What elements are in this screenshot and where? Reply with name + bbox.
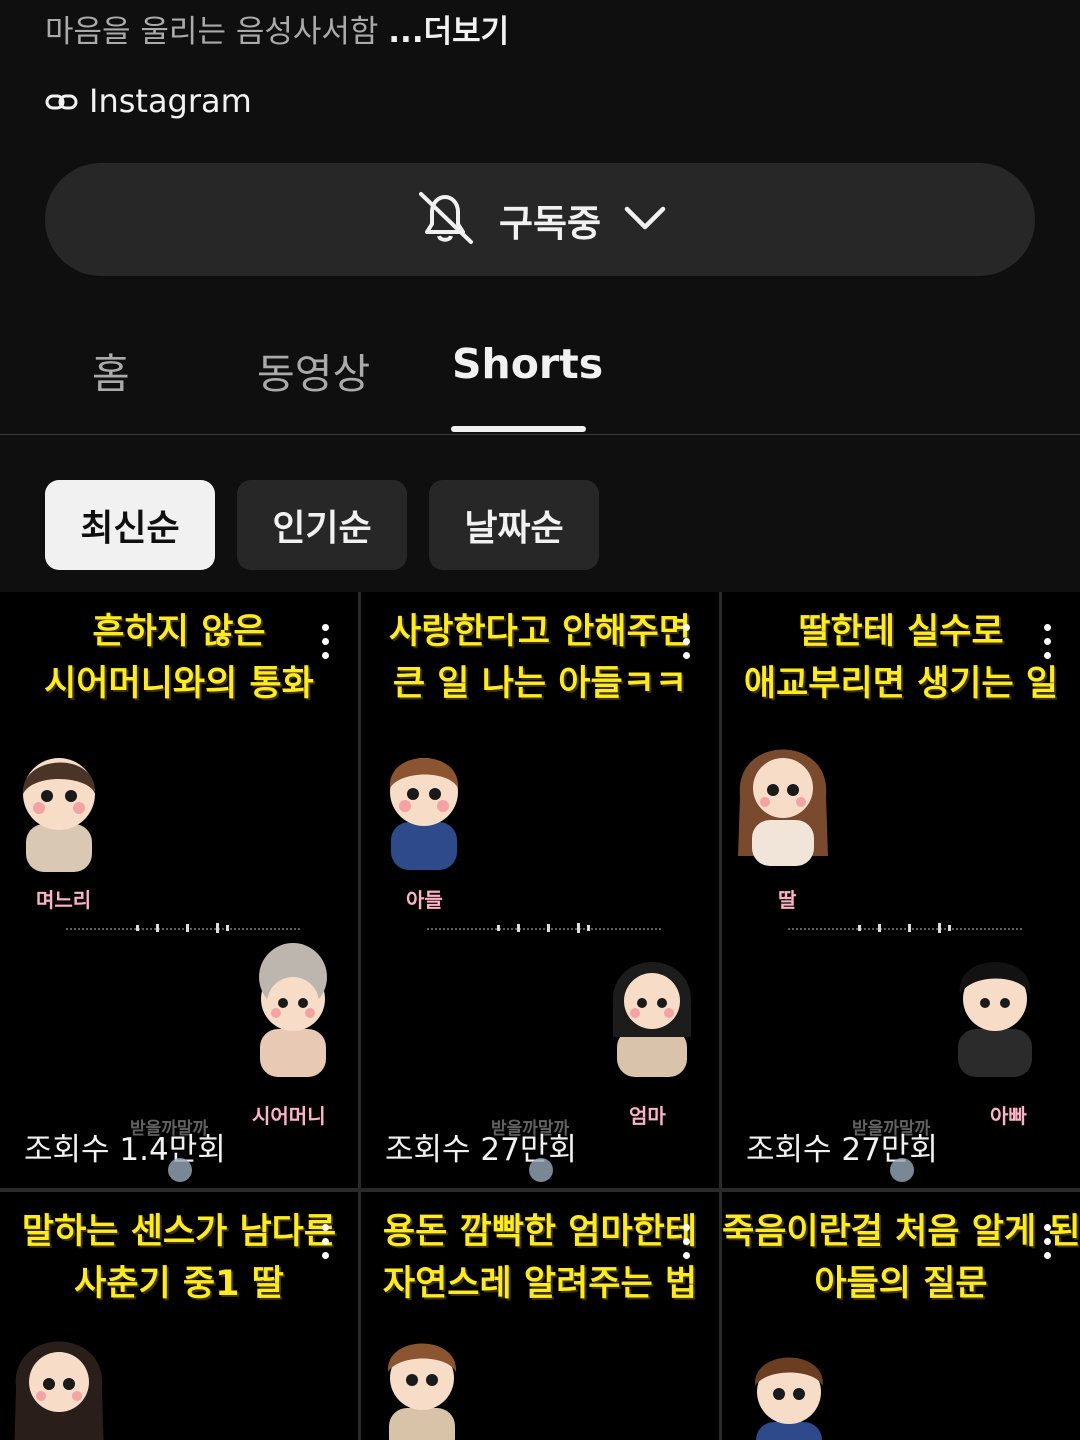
channel-avatar-badge	[168, 1158, 192, 1182]
caller-label: 엄마	[629, 1104, 666, 1128]
short-card[interactable]: 사랑한다고 안해주면 큰 일 나는 아들ㅋㅋ 아들 엄마 받을까말까 조회수 2…	[361, 592, 719, 1188]
caller-avatar	[597, 937, 707, 1077]
caller-avatar	[238, 937, 348, 1077]
instagram-link[interactable]: Instagram	[45, 82, 252, 120]
channel-avatar-badge	[529, 1158, 553, 1182]
short-title: 흔하지 않은 시어머니와의 통화	[44, 612, 314, 704]
caller-avatar	[369, 730, 479, 870]
more-link[interactable]: ...더보기	[388, 14, 509, 50]
chevron-down-icon	[623, 203, 667, 237]
channel-avatar-badge	[890, 1158, 914, 1182]
audio-waveform	[788, 923, 1024, 933]
short-card[interactable]: 딸한테 실수로 애교부리면 생기는 일 딸 아빠 받을까말까 조회수 27만회	[722, 592, 1080, 1188]
more-vert-icon[interactable]	[683, 624, 691, 666]
caller-label: 딸	[778, 888, 797, 912]
audio-waveform	[66, 923, 302, 933]
short-title: 죽음이란걸 처음 알게 된 아들의 질문	[722, 1212, 1080, 1304]
more-vert-icon[interactable]	[322, 1224, 330, 1266]
short-title: 용돈 깜빡한 엄마한테 자연스레 알려주는 법	[382, 1212, 698, 1304]
more-vert-icon[interactable]	[683, 1224, 691, 1266]
short-card[interactable]: 죽음이란걸 처음 알게 된 아들의 질문	[722, 1192, 1080, 1440]
caller-label: 며느리	[36, 888, 92, 912]
short-title: 사랑한다고 안해주면 큰 일 나는 아들ㅋㅋ	[389, 612, 691, 704]
shorts-grid: 흔하지 않은 시어머니와의 통화 며느리 시어머니 받을까말까 조회수 1.4만…	[0, 592, 1080, 1440]
description-text: 마음을 울리는 음성사서함	[45, 14, 389, 50]
short-card[interactable]: 말하는 센스가 남다른 사춘기 중1 딸	[0, 1192, 358, 1440]
subscribed-label: 구독중	[498, 201, 602, 245]
chip-date[interactable]: 날짜순	[429, 480, 599, 570]
short-title: 딸한테 실수로 애교부리면 생기는 일	[743, 612, 1059, 704]
active-tab-indicator	[451, 426, 586, 432]
caller-label: 아빠	[990, 1104, 1027, 1128]
caller-avatar	[940, 937, 1050, 1077]
chip-latest[interactable]: 최신순	[45, 480, 215, 570]
short-title: 말하는 센스가 남다른 사춘기 중1 딸	[21, 1212, 337, 1304]
instagram-label: Instagram	[89, 82, 252, 120]
audio-waveform	[427, 923, 663, 933]
view-count: 조회수 1.4만회	[24, 1132, 226, 1168]
bell-off-icon	[413, 188, 477, 252]
caller-avatar	[4, 1318, 114, 1440]
tab-videos[interactable]: 동영상	[257, 340, 370, 400]
caller-avatar	[734, 1330, 844, 1440]
more-vert-icon[interactable]	[322, 624, 330, 666]
chip-popular[interactable]: 인기순	[237, 480, 407, 570]
short-card[interactable]: 흔하지 않은 시어머니와의 통화 며느리 시어머니 받을까말까 조회수 1.4만…	[0, 592, 358, 1188]
channel-description[interactable]: 마음을 울리는 음성사서함 ...더보기	[45, 6, 509, 51]
link-icon	[45, 82, 79, 120]
channel-tabs: 홈 동영상 Shorts	[0, 330, 1080, 435]
more-vert-icon[interactable]	[1044, 1224, 1052, 1266]
caller-avatar	[728, 726, 838, 866]
caller-avatar	[4, 732, 114, 872]
tab-shorts[interactable]: Shorts	[452, 340, 603, 388]
tab-home[interactable]: 홈	[92, 340, 130, 400]
subscribed-button[interactable]: 구독중	[45, 163, 1035, 276]
more-vert-icon[interactable]	[1044, 624, 1052, 666]
caller-label: 아들	[406, 888, 443, 912]
caller-label: 시어머니	[252, 1104, 326, 1128]
caller-avatar	[367, 1316, 477, 1440]
short-card[interactable]: 용돈 깜빡한 엄마한테 자연스레 알려주는 법	[361, 1192, 719, 1440]
